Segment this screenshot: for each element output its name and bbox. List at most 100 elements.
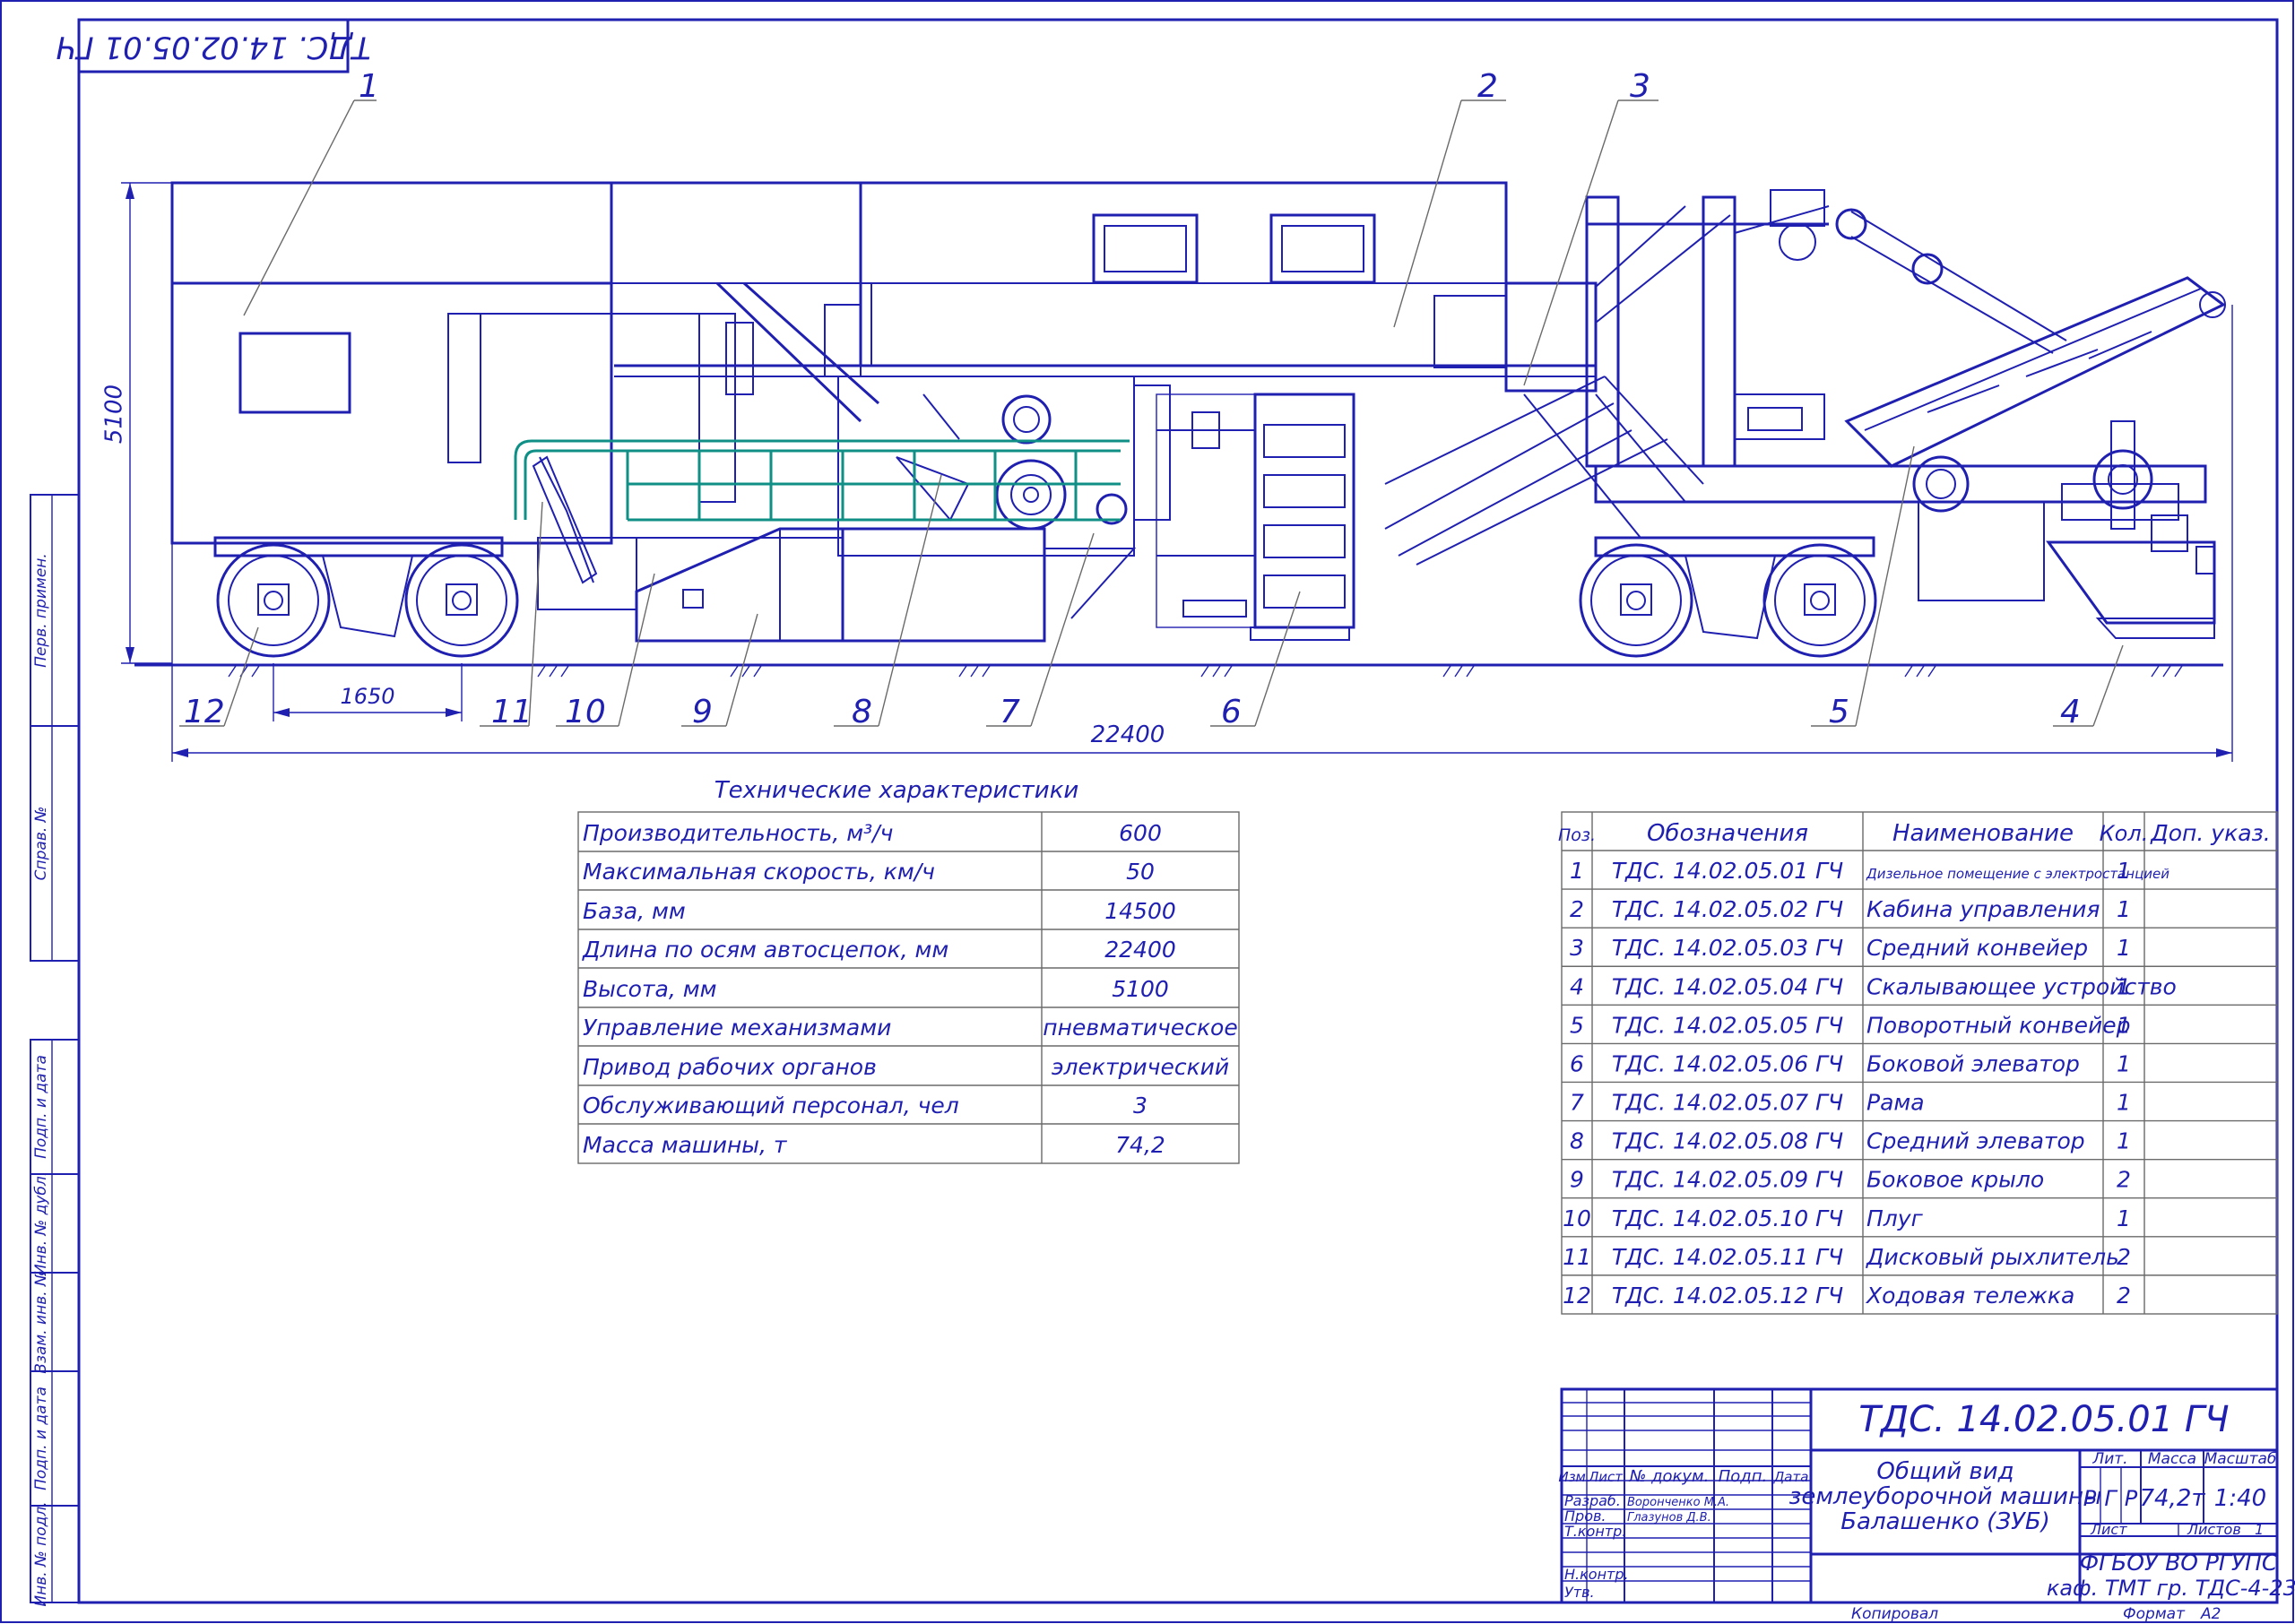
stamp-label: Инв. № подл. [32, 1501, 50, 1606]
callout-3: 3 [1630, 68, 1650, 105]
parts-cell-name: Ходовая тележка [1865, 1283, 2074, 1309]
parts-cell-code: ТДС. 14.02.05.05 ГЧ [1612, 1012, 1843, 1038]
parts-header: Кол. [2100, 821, 2149, 846]
tb-scale-label: Масштаб [2204, 1450, 2277, 1468]
tb-role-name: Воронченко М.А. [1627, 1496, 1729, 1509]
parts-cell-pos: 9 [1570, 1167, 1584, 1193]
spec-label: Длина по осям автосцепок, мм [582, 937, 948, 963]
spec-label: Производительность, м³/ч [583, 820, 893, 846]
parts-cell-code: ТДС. 14.02.05.04 ГЧ [1612, 973, 1843, 999]
tb-role: Н.контр. [1564, 1566, 1629, 1583]
parts-cell-pos: 7 [1570, 1090, 1584, 1116]
callout-1: 1 [359, 68, 379, 105]
stamp-label: Инв. № дубл. [32, 1171, 50, 1275]
dim-length: 22400 [1091, 721, 1165, 748]
tb-name-line: Балашенко (ЗУБ) [1840, 1508, 2050, 1535]
tb-org2: каф. ТМТ гр. ТДС-4-238 [2047, 1576, 2295, 1601]
parts-cell-pos: 11 [1563, 1244, 1591, 1270]
callout-4: 4 [2060, 694, 2081, 730]
parts-cell-qty: 2 [2117, 1283, 2131, 1309]
stamp-label: Подп. и дата [32, 1055, 50, 1159]
parts-cell-code: ТДС. 14.02.05.12 ГЧ [1612, 1283, 1843, 1309]
callout-2: 2 [1477, 68, 1498, 105]
parts-cell-qty: 1 [2117, 1128, 2131, 1154]
parts-header: Обозначения [1647, 820, 1808, 847]
tb-org1: ФГБОУ ВО РГУПС [2080, 1550, 2278, 1576]
tb-mass: 74,2т [2139, 1485, 2205, 1512]
parts-cell-pos: 3 [1570, 935, 1584, 961]
callout-9: 9 [692, 694, 713, 730]
stamp-label: Справ. № [32, 807, 50, 881]
rotated-drawing-code: ТДС. 14.02.05.01 ГЧ [56, 30, 370, 65]
spec-value: 22400 [1104, 937, 1176, 963]
spec-value: 5100 [1112, 976, 1169, 1002]
parts-cell-name: Средний элеватор [1866, 1128, 2085, 1154]
tb-role: Т.контр. [1564, 1523, 1626, 1540]
drawing-sheet: ТДС. 14.02.05.01 ГЧ Перв. примен. Справ.… [0, 0, 2295, 1623]
spec-value: 14500 [1104, 898, 1176, 924]
tb-header: Лист [1588, 1469, 1624, 1485]
dim-base: 1650 [340, 684, 394, 709]
spec-label: Управление механизмами [583, 1015, 891, 1041]
parts-cell-code: ТДС. 14.02.05.02 ГЧ [1612, 896, 1843, 922]
dim-height: 5100 [101, 384, 128, 444]
parts-cell-code: ТДС. 14.02.05.01 ГЧ [1612, 858, 1843, 884]
callout-6: 6 [1221, 694, 1242, 730]
parts-header: Наименование [1892, 820, 2074, 847]
spec-value: пневматическое [1043, 1015, 1237, 1041]
tb-scale: 1:40 [2214, 1485, 2266, 1512]
parts-cell-name: Средний конвейер [1866, 935, 2088, 961]
spec-value: электрический [1052, 1054, 1229, 1080]
machine-drawing: 5100 1650 22400 1 2 3 4 5 6 7 8 9 10 11 … [101, 68, 2233, 762]
spec-value: 3 [1133, 1093, 1148, 1119]
tb-sheets-value: 1 [2255, 1521, 2264, 1538]
callout-7: 7 [1000, 694, 1020, 730]
parts-header: Доп. указ. [2150, 820, 2271, 846]
parts-cell-name: Плуг [1866, 1205, 1924, 1231]
parts-cell-qty: 1 [2117, 1205, 2131, 1231]
tb-lit-label: Лит. [2091, 1450, 2127, 1468]
parts-table: Поз. Обозначения Наименование Кол. Доп. … [1558, 811, 2278, 1315]
spec-label: База, мм [583, 898, 686, 924]
tb-mass-label: Масса [2148, 1450, 2196, 1468]
spec-value: 74,2 [1115, 1132, 1165, 1158]
parts-cell-pos: 10 [1563, 1205, 1591, 1231]
callout-8: 8 [852, 694, 872, 730]
tb-sheet-label: Лист [2090, 1521, 2127, 1538]
tb-header: Подп. [1719, 1467, 1767, 1486]
parts-cell-pos: 8 [1570, 1128, 1584, 1154]
tb-header: Изм. [1558, 1469, 1589, 1485]
parts-cell-qty: 2 [2117, 1244, 2131, 1270]
parts-cell-name: Кабина управления [1866, 896, 2100, 922]
specs-title: Технические характеристики [714, 777, 1079, 804]
tb-role: Утв. [1564, 1584, 1595, 1601]
title-block: Изм. Лист № докум. Подп. Дата Разраб. Во… [1558, 1387, 2295, 1604]
parts-cell-name: Поворотный конвейер [1866, 1012, 2130, 1038]
spec-label: Масса машины, т [583, 1132, 788, 1158]
spec-label: Высота, мм [583, 976, 716, 1002]
parts-cell-pos: 5 [1570, 1012, 1584, 1038]
stamp-label: Подп. и дата [32, 1386, 50, 1490]
callout-10: 10 [565, 694, 606, 730]
parts-cell-code: ТДС. 14.02.05.07 ГЧ [1612, 1090, 1843, 1116]
parts-cell-code: ТДС. 14.02.05.10 ГЧ [1612, 1205, 1843, 1231]
tb-code: ТДС. 14.02.05.01 ГЧ [1858, 1399, 2229, 1440]
footer-format-label: Формат [2123, 1605, 2186, 1623]
parts-cell-code: ТДС. 14.02.05.09 ГЧ [1612, 1167, 1843, 1193]
tb-name-line: землеуборочной машины [1789, 1483, 2102, 1510]
tb-lit-value: Р [2125, 1486, 2138, 1511]
spec-label: Максимальная скорость, км/ч [583, 859, 935, 885]
callout-12: 12 [184, 694, 225, 730]
parts-cell-code: ТДС. 14.02.05.06 ГЧ [1612, 1050, 1843, 1076]
callout-5: 5 [1829, 694, 1849, 730]
parts-cell-code: ТДС. 14.02.05.08 ГЧ [1612, 1128, 1843, 1154]
parts-cell-name: Боковое крыло [1866, 1167, 2044, 1193]
side-stamp: Перв. примен. Справ. № Подп. и дата Инв.… [30, 494, 80, 1607]
spec-label: Обслуживающий персонал, чел [583, 1093, 959, 1119]
parts-cell-qty: 1 [2117, 1012, 2131, 1038]
parts-cell-qty: 2 [2117, 1167, 2131, 1193]
parts-cell-qty: 1 [2117, 858, 2131, 884]
footer-format: А2 [2200, 1605, 2221, 1623]
parts-cell-name: Дисковый рыхлитель [1866, 1244, 2119, 1270]
parts-cell-name: Рама [1866, 1090, 1925, 1116]
